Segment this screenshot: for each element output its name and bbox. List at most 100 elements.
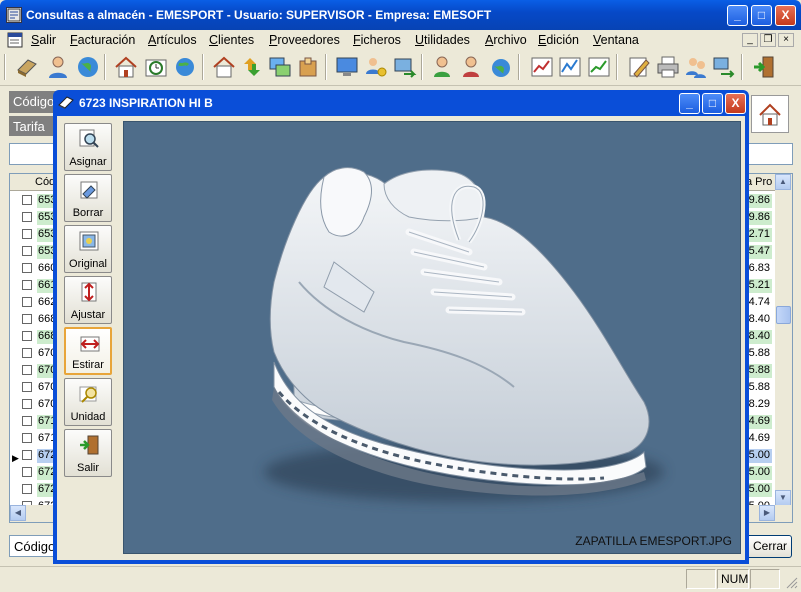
status-pane	[750, 569, 780, 589]
row-price: 4.74	[748, 296, 770, 308]
list-header-price[interactable]: a Pro	[746, 176, 772, 188]
scrollbar-thumb[interactable]	[776, 306, 791, 324]
edit-icon[interactable]	[626, 54, 652, 80]
row-checkbox[interactable]	[22, 331, 32, 341]
mdi-minimize-button[interactable]: _	[742, 33, 758, 47]
users-coins-icon[interactable]	[363, 54, 389, 80]
image-window-maximize-button[interactable]: □	[702, 93, 723, 114]
home-button[interactable]	[751, 95, 789, 133]
scroll-left-arrow-icon[interactable]: ◀	[10, 505, 26, 521]
menu-articulos[interactable]: Artículos	[148, 33, 197, 47]
house-icon[interactable]	[211, 54, 237, 80]
scroll-down-arrow-icon[interactable]: ▼	[775, 490, 791, 506]
app-icon[interactable]	[6, 7, 22, 23]
mdi-restore-button[interactable]: ❐	[760, 33, 776, 47]
mdi-doc-icon[interactable]	[7, 32, 23, 48]
chart-icon[interactable]	[586, 54, 612, 80]
globe-icon[interactable]	[75, 54, 101, 80]
row-checkbox[interactable]	[22, 348, 32, 358]
row-checkbox[interactable]	[22, 263, 32, 273]
vertical-scrollbar[interactable]: ▲ ▼	[775, 174, 792, 506]
row-checkbox[interactable]	[22, 416, 32, 426]
asignar-button[interactable]: Asignar	[64, 123, 112, 171]
toolbar-separator	[4, 54, 6, 80]
menu-edicion[interactable]: Edición	[538, 33, 579, 47]
salir-button[interactable]: Salir	[64, 429, 112, 477]
printer-icon[interactable]	[655, 54, 681, 80]
borrar-button[interactable]: Borrar	[64, 174, 112, 222]
row-checkbox[interactable]	[22, 399, 32, 409]
chart-icon[interactable]	[557, 54, 583, 80]
row-checkbox[interactable]	[22, 314, 32, 324]
current-row-marker-icon: ▶	[12, 453, 19, 463]
row-checkbox[interactable]	[22, 467, 32, 477]
users-transfer-icon[interactable]	[684, 54, 710, 80]
menu-ventana[interactable]: Ventana	[593, 33, 639, 47]
scroll-right-arrow-icon[interactable]: ▶	[759, 505, 775, 521]
row-price: 5.88	[746, 364, 772, 378]
image-window-minimize-button[interactable]: _	[679, 93, 700, 114]
scroll-up-arrow-icon[interactable]: ▲	[775, 174, 791, 190]
clock-icon[interactable]	[143, 54, 169, 80]
minimize-button[interactable]: _	[727, 5, 748, 26]
app-title: Consultas a almacén - EMESPORT - Usuario…	[26, 8, 492, 22]
menu-ficheros[interactable]: Ficheros	[353, 33, 401, 47]
toolbar-separator	[616, 54, 618, 80]
user-arrow-icon[interactable]	[431, 54, 457, 80]
image-window[interactable]: 6723 INSPIRATION HI B _ □ X Asignar Borr…	[53, 90, 749, 564]
unidad-button[interactable]: Unidad	[64, 378, 112, 426]
drive-search-icon	[79, 386, 97, 403]
row-checkbox[interactable]	[22, 297, 32, 307]
menu-archivo[interactable]: Archivo	[485, 33, 527, 47]
close-button[interactable]: X	[775, 5, 796, 26]
row-checkbox[interactable]	[22, 433, 32, 443]
exit-door-icon[interactable]	[751, 54, 777, 80]
row-checkbox[interactable]	[22, 484, 32, 494]
row-checkbox[interactable]	[22, 382, 32, 392]
borrar-label: Borrar	[72, 207, 104, 219]
user-mail-icon[interactable]	[460, 54, 486, 80]
globe-arrow-icon[interactable]	[172, 54, 198, 80]
menu-salir[interactable]: Salir	[31, 33, 56, 47]
menu-proveedores[interactable]: Proveedores	[269, 33, 340, 47]
resize-grip-icon[interactable]	[784, 575, 798, 589]
computer-arrows-icon[interactable]	[392, 54, 418, 80]
product-image-area[interactable]: ZAPATILLA EMESPORT.JPG	[123, 121, 741, 554]
menu-clientes[interactable]: Clientes	[209, 33, 254, 47]
menu-utilidades[interactable]: Utilidades	[415, 33, 470, 47]
monitor-icon[interactable]	[334, 54, 360, 80]
globe-user-icon[interactable]	[488, 54, 514, 80]
maximize-button[interactable]: □	[751, 5, 772, 26]
computer-icon[interactable]	[267, 54, 293, 80]
chart-icon[interactable]	[529, 54, 555, 80]
num-lock-indicator: NUM	[717, 569, 749, 589]
exit-door-icon	[80, 435, 99, 455]
row-checkbox[interactable]	[22, 229, 32, 239]
row-checkbox[interactable]	[22, 212, 32, 222]
user-icon[interactable]	[45, 54, 71, 80]
asignar-label: Asignar	[69, 156, 107, 168]
image-window-close-button[interactable]: X	[725, 93, 746, 114]
row-checkbox[interactable]	[22, 365, 32, 375]
original-button[interactable]: Original	[64, 225, 112, 273]
mdi-close-button[interactable]: ×	[778, 33, 794, 47]
main-title-bar[interactable]: Consultas a almacén - EMESPORT - Usuario…	[0, 0, 801, 30]
stretch-horizontal-icon	[80, 336, 100, 352]
row-checkbox[interactable]	[22, 246, 32, 256]
image-window-icon[interactable]	[58, 95, 74, 109]
row-checkbox[interactable]	[22, 450, 32, 460]
fit-vertical-icon	[81, 282, 97, 302]
menu-facturacion[interactable]: Facturación	[70, 33, 135, 47]
sneaker-image	[264, 167, 664, 502]
toolbar-separator	[325, 54, 327, 80]
computer-transfer-icon[interactable]	[711, 54, 737, 80]
row-checkbox[interactable]	[22, 195, 32, 205]
ajustar-button[interactable]: Ajustar	[64, 276, 112, 324]
box-icon[interactable]	[295, 54, 321, 80]
notebook-icon[interactable]	[14, 54, 40, 80]
arrows-icon[interactable]	[239, 54, 265, 80]
estirar-button[interactable]: Estirar	[64, 327, 112, 375]
row-checkbox[interactable]	[22, 280, 32, 290]
house-icon[interactable]	[113, 54, 139, 80]
row-price: 5.47	[746, 245, 772, 259]
